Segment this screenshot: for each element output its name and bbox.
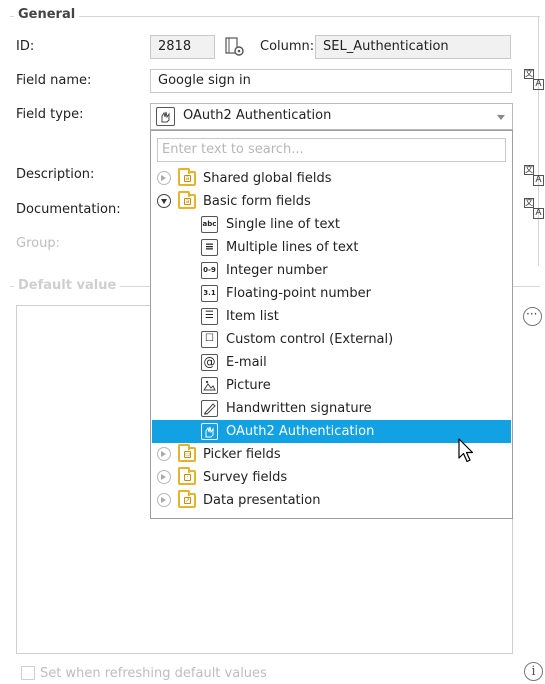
chevron-down-icon[interactable] xyxy=(490,104,512,129)
refresh-default-checkbox[interactable] xyxy=(21,666,35,680)
field-type-select[interactable]: OAuth2 Authentication xyxy=(150,103,513,130)
tree-item-custom-control[interactable]: ☐ Custom control (External) xyxy=(152,328,511,351)
text-abc-icon: abc xyxy=(201,216,218,233)
tree-item-label: Survey fields xyxy=(203,470,288,485)
tree-item-label: E-mail xyxy=(226,355,267,370)
expand-icon[interactable] xyxy=(157,171,171,185)
field-type-value: OAuth2 Authentication xyxy=(183,108,332,123)
field-name-label: Field name: xyxy=(16,73,92,88)
translate-icon[interactable]: 文A xyxy=(523,198,545,220)
tree-item-float[interactable]: 3.1 Floating-point number xyxy=(152,282,511,305)
folder-icon: ▭ xyxy=(178,444,196,462)
tree-folder-basic-form[interactable]: a Basic form fields xyxy=(152,190,511,213)
tree-item-multiple-lines[interactable]: ≡ Multiple lines of text xyxy=(152,236,511,259)
collapse-icon[interactable] xyxy=(157,194,171,208)
mouse-cursor-icon xyxy=(458,438,476,464)
field-name-input[interactable]: Google sign in xyxy=(150,69,512,93)
folder-icon: a xyxy=(178,168,196,186)
signature-icon xyxy=(201,400,218,417)
at-icon: @ xyxy=(201,354,218,371)
refresh-default-label: Set when refreshing default values xyxy=(40,666,267,681)
oauth-icon xyxy=(156,107,175,126)
info-icon[interactable]: i xyxy=(524,662,543,681)
picture-icon xyxy=(201,377,218,394)
float-icon: 3.1 xyxy=(201,285,218,302)
expand-icon[interactable] xyxy=(157,470,171,484)
general-legend: General xyxy=(14,7,80,22)
id-field: 2818 xyxy=(150,35,215,59)
multiline-icon: ≡ xyxy=(201,239,218,256)
folder-icon: a xyxy=(178,191,196,209)
translate-icon[interactable]: 文A xyxy=(523,165,545,187)
tree-item-item-list[interactable]: ☰ Item list xyxy=(152,305,511,328)
tree-folder-data-presentation[interactable]: ↗ Data presentation xyxy=(152,489,511,512)
column-label: Column: xyxy=(260,39,315,54)
folder-icon: · xyxy=(178,467,196,485)
tree-item-label: Basic form fields xyxy=(203,194,311,209)
list-icon: ☰ xyxy=(201,308,218,325)
dropdown-search-input[interactable]: Enter text to search... xyxy=(157,138,506,162)
tree-item-signature[interactable]: Handwritten signature xyxy=(152,397,511,420)
tree-item-label: Handwritten signature xyxy=(226,401,372,416)
integer-icon: 0-9 xyxy=(201,262,218,279)
default-value-legend: Default value xyxy=(14,278,121,293)
tree-item-label: Item list xyxy=(226,309,279,324)
group-label: Group: xyxy=(16,236,60,251)
tree-item-label: Single line of text xyxy=(226,217,341,232)
custom-control-icon: ☐ xyxy=(201,331,218,348)
expand-icon[interactable] xyxy=(157,447,171,461)
tree-item-integer[interactable]: 0-9 Integer number xyxy=(152,259,511,282)
tree-folder-survey[interactable]: · Survey fields xyxy=(152,466,511,489)
tree-item-label: Picker fields xyxy=(203,447,281,462)
tree-item-label: OAuth2 Authentication xyxy=(226,424,375,439)
tree-item-label: Picture xyxy=(226,378,271,393)
tree-item-label: Custom control (External) xyxy=(226,332,394,347)
tree-item-email[interactable]: @ E-mail xyxy=(152,351,511,374)
tree-item-single-line[interactable]: abc Single line of text xyxy=(152,213,511,236)
field-type-label: Field type: xyxy=(16,107,84,122)
tree-item-label: Multiple lines of text xyxy=(226,240,359,255)
translate-icon[interactable]: 文A xyxy=(523,69,545,91)
tree-item-label: Integer number xyxy=(226,263,328,278)
tree-item-label: Data presentation xyxy=(203,493,321,508)
oauth-icon xyxy=(201,423,218,440)
expand-icon[interactable] xyxy=(157,493,171,507)
general-group-border-right xyxy=(538,16,539,266)
tree-item-label: Shared global fields xyxy=(203,171,332,186)
column-settings-icon[interactable] xyxy=(224,36,246,58)
column-field: SEL_Authentication xyxy=(315,35,511,59)
description-label: Description: xyxy=(16,167,95,182)
tree-folder-shared-global[interactable]: a Shared global fields xyxy=(152,167,511,190)
tree-item-label: Floating-point number xyxy=(226,286,371,301)
folder-icon: ↗ xyxy=(178,490,196,508)
tree-item-picture[interactable]: Picture xyxy=(152,374,511,397)
more-options-button[interactable] xyxy=(523,307,542,326)
general-group-border xyxy=(10,16,540,17)
documentation-label: Documentation: xyxy=(16,202,121,217)
id-label: ID: xyxy=(16,39,35,54)
